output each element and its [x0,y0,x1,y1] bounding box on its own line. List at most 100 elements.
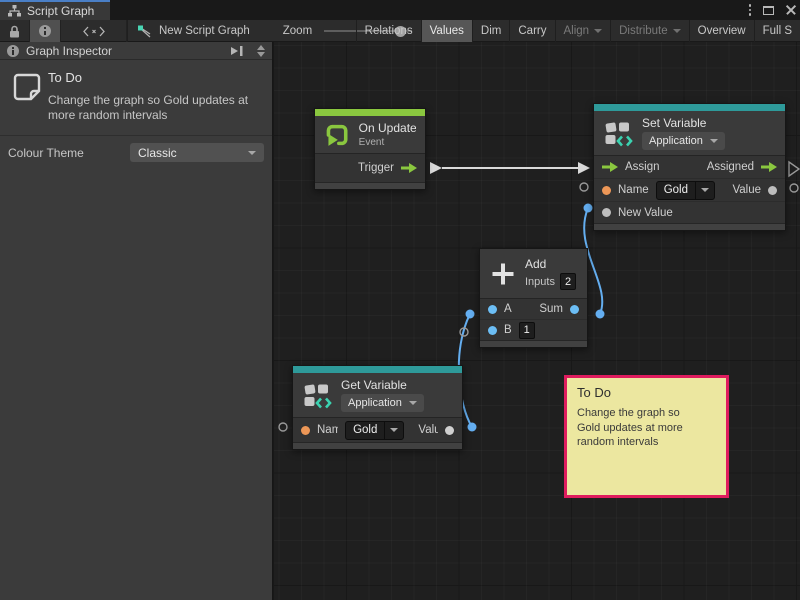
distribute-button[interactable]: Distribute [610,20,689,42]
node-subtitle: Event [359,137,416,148]
menu-icon[interactable] [749,4,752,16]
value-port[interactable] [768,186,777,195]
node-title: Set Variable [642,116,725,130]
sticky-note[interactable]: To Do Change the graph so Gold updates a… [564,375,729,498]
info-icon [7,45,19,57]
name-port-label: Name [618,184,649,196]
sum-port[interactable] [570,305,579,314]
variables-icon [302,380,332,410]
name-port-label: Name [317,424,338,436]
new-value-row: New Value [594,201,785,223]
value-port[interactable] [445,426,454,435]
b-row: B 1 [480,319,587,340]
graph-canvas[interactable]: On Update Event Trigger [274,42,800,600]
align-button[interactable]: Align [555,20,611,42]
arrow-up-icon[interactable] [257,45,265,50]
sticky-note-title: To Do [577,385,716,400]
a-port[interactable] [488,305,497,314]
trigger-row: Trigger [315,154,425,182]
tab-bar: Script Graph [0,0,800,20]
name-port[interactable] [602,186,611,195]
exec-arrow-icon[interactable] [602,162,618,172]
sticky-note-icon [12,72,42,102]
chevron-down-icon [390,428,398,432]
variable-scope-dropdown[interactable]: Application [341,394,424,412]
new-script-graph-label: New Script Graph [159,25,250,37]
values-button[interactable]: Values [421,20,472,42]
unity-script-graph-window: Script Graph [0,0,800,600]
scroll-arrows[interactable] [257,45,265,57]
node-title: Get Variable [341,378,424,392]
script-graph-icon [137,24,153,39]
name-row: Name Gold Value [293,418,462,442]
node-add[interactable]: Add Inputs 2 A Sum B 1 [479,248,588,348]
assigned-port-label: Assigned [707,161,754,173]
close-icon[interactable] [786,5,796,15]
chevron-down-icon [673,29,681,33]
maximize-icon[interactable] [763,6,774,15]
new-value-port[interactable] [602,208,611,217]
node-title: Add [525,257,576,271]
full-screen-button[interactable]: Full S [754,20,800,42]
new-value-port-label: New Value [618,207,673,219]
get-name-input-socket[interactable] [279,423,287,431]
node-footer [315,182,425,189]
dock-panel-icon[interactable] [230,44,244,58]
node-on-update[interactable]: On Update Event Trigger [314,108,426,190]
zoom-label: Zoom [277,25,318,37]
todo-title: To Do [48,70,262,85]
tab-script-graph[interactable]: Script Graph [0,0,110,20]
b-value-field[interactable]: 1 [519,322,535,339]
chevron-down-icon [701,188,709,192]
window-controls [749,0,797,20]
lock-button[interactable] [0,20,30,42]
variables-icon [603,118,633,148]
overview-button[interactable]: Overview [689,20,754,42]
add-a-input-socket[interactable] [466,310,475,319]
tab-title: Script Graph [27,4,94,18]
on-update-loop-icon [324,122,350,148]
node-footer [594,223,785,230]
code-preview-button[interactable] [61,20,127,42]
assigned-output-socket[interactable] [789,162,799,176]
colour-theme-dropdown[interactable]: Classic [130,143,264,162]
exec-arrow-icon[interactable] [761,162,777,172]
node-set-variable[interactable]: Set Variable Application Assign Assigned [593,103,786,231]
sum-port-label: Sum [539,303,563,315]
inputs-count-field[interactable]: 2 [560,273,576,290]
todo-line1: Change the graph so Gold updates at [48,93,262,108]
inspector-toggle-button[interactable] [30,20,61,42]
name-value-dropdown[interactable]: Gold [656,181,715,200]
trigger-output-socket[interactable] [430,162,442,174]
dim-button[interactable]: Dim [472,20,509,42]
inspector-header: Graph Inspector [0,42,272,60]
relations-button[interactable]: Relations [356,20,421,42]
chevron-down-icon [409,401,417,405]
add-sum-output-socket[interactable] [596,310,605,319]
get-value-output-socket[interactable] [468,423,477,432]
sticky-note-line3: random intervals [577,435,716,450]
node-footer [293,442,462,449]
name-value-dropdown[interactable]: Gold [345,421,404,440]
variable-color-stripe [293,366,462,373]
variable-scope-value: Application [348,397,402,409]
chevron-down-icon [594,29,602,33]
variable-scope-value: Application [649,135,703,147]
assign-input-socket[interactable] [578,162,590,174]
b-port[interactable] [488,326,497,335]
exec-arrow-icon[interactable] [401,163,417,173]
colour-theme-row: Colour Theme Classic [0,136,272,169]
variable-scope-dropdown[interactable]: Application [642,132,725,150]
arrow-down-icon[interactable] [257,52,265,57]
colour-theme-value: Classic [138,146,177,160]
name-port[interactable] [301,426,310,435]
new-script-graph-button[interactable]: New Script Graph [128,20,259,42]
inspector-title: Graph Inspector [26,44,112,58]
set-value-output-socket[interactable] [790,184,798,192]
set-name-input-socket[interactable] [580,183,588,191]
node-get-variable[interactable]: Get Variable Application Name Gold Value [292,365,463,450]
carry-button[interactable]: Carry [509,20,554,42]
info-icon [39,25,51,37]
new-value-input-socket[interactable] [584,204,593,213]
value-port-label: Value [732,184,761,196]
